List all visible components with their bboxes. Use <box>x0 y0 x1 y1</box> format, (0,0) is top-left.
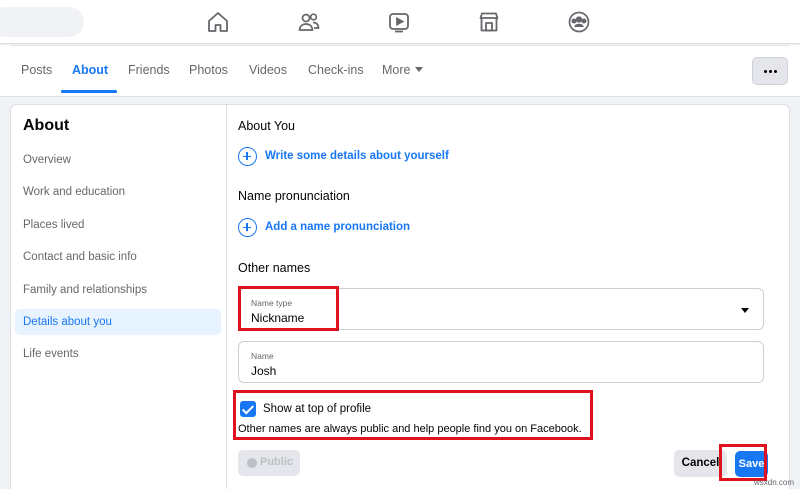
show-at-top-highlight <box>233 390 593 440</box>
globe-icon <box>247 458 257 468</box>
name-value: Josh <box>251 364 277 378</box>
name-label: Name <box>251 351 274 361</box>
dot-icon <box>773 70 777 73</box>
add-circle-icon <box>238 218 257 237</box>
write-details-label: Write some details about yourself <box>265 150 449 162</box>
chevron-down-icon <box>415 67 424 73</box>
profile-tabs: Posts About Friends Photos Videos Check-… <box>0 45 800 97</box>
name-pronunciation-heading: Name pronunciation <box>238 189 350 203</box>
about-sidebar: About Overview Work and education Places… <box>11 105 227 489</box>
add-pronunciation-label: Add a name pronunciation <box>265 221 411 233</box>
name-input[interactable]: Name Josh <box>238 341 764 383</box>
other-names-heading: Other names <box>238 261 311 275</box>
dot-icon <box>768 70 772 73</box>
marketplace-icon[interactable] <box>477 10 501 34</box>
home-icon[interactable] <box>206 10 230 34</box>
watermark: wsxdn.com <box>753 478 794 487</box>
tab-about[interactable]: About <box>72 63 108 77</box>
tab-photos[interactable]: Photos <box>189 63 228 77</box>
dot-icon <box>763 70 767 73</box>
sidebar-item-life-events[interactable]: Life events <box>15 341 221 367</box>
privacy-button[interactable]: Public <box>238 450 300 476</box>
divider <box>10 45 790 46</box>
top-navigation <box>0 0 800 44</box>
sidebar-item-places-lived[interactable]: Places lived <box>15 212 221 238</box>
sidebar-item-details-about-you[interactable]: Details about you <box>15 309 221 335</box>
tab-more[interactable]: More <box>382 63 424 77</box>
sidebar-item-contact-info[interactable]: Contact and basic info <box>15 244 221 270</box>
more-options-button[interactable] <box>752 57 788 85</box>
privacy-label: Public <box>260 456 294 468</box>
sidebar-item-work-education[interactable]: Work and education <box>15 179 221 205</box>
save-highlight <box>719 444 767 481</box>
sidebar-title: About <box>23 117 70 134</box>
groups-icon[interactable] <box>567 10 591 34</box>
tab-videos[interactable]: Videos <box>249 63 287 77</box>
tab-check-ins[interactable]: Check-ins <box>308 63 364 77</box>
tab-posts[interactable]: Posts <box>21 63 52 77</box>
sidebar-item-overview[interactable]: Overview <box>15 147 221 173</box>
dropdown-caret-icon <box>741 308 749 313</box>
active-tab-indicator <box>61 90 117 93</box>
name-type-highlight <box>238 286 339 331</box>
about-you-heading: About You <box>238 119 296 133</box>
search-input[interactable] <box>0 7 84 37</box>
add-circle-icon <box>238 147 257 166</box>
friends-icon[interactable] <box>297 10 321 34</box>
tab-more-label: More <box>382 63 411 77</box>
tab-friends[interactable]: Friends <box>128 63 170 77</box>
sidebar-item-family-relationships[interactable]: Family and relationships <box>15 277 221 303</box>
watch-icon[interactable] <box>387 10 411 34</box>
